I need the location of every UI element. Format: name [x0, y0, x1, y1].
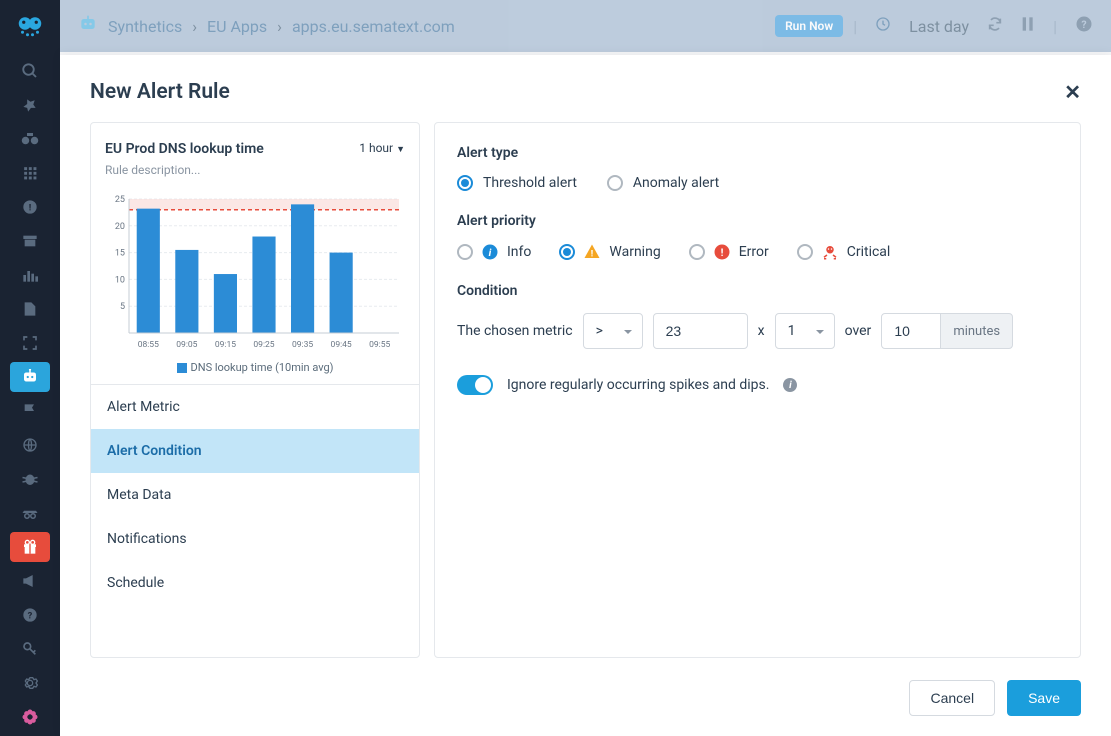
time-range[interactable]: Last day: [909, 17, 969, 36]
modal: New Alert Rule ✕ EU Prod DNS lookup time…: [60, 55, 1111, 736]
chart-time-select[interactable]: 1 hour ▼: [359, 141, 405, 155]
globe-icon[interactable]: [10, 430, 50, 460]
clock-icon: [875, 16, 891, 36]
refresh-icon[interactable]: [987, 16, 1003, 36]
run-now-button[interactable]: Run Now: [775, 15, 843, 37]
nav-item-alert-condition[interactable]: Alert Condition: [91, 429, 419, 473]
search-icon[interactable]: [10, 56, 50, 86]
modal-title: New Alert Rule: [90, 80, 230, 104]
gift-icon[interactable]: [10, 532, 50, 562]
anomaly-radio[interactable]: Anomaly alert: [607, 175, 719, 191]
svg-text:?: ?: [28, 610, 33, 621]
duration-unit: minutes: [940, 313, 1013, 349]
save-button[interactable]: Save: [1007, 680, 1081, 716]
close-icon[interactable]: ✕: [1064, 80, 1081, 104]
breadcrumb-2[interactable]: EU Apps: [207, 17, 267, 36]
header: Synthetics › EU Apps › apps.eu.sematext.…: [60, 0, 1111, 52]
condition-text: The chosen metric: [457, 323, 573, 339]
svg-text:!: !: [591, 250, 593, 260]
incognito-icon[interactable]: [10, 498, 50, 528]
header-robot-icon: [78, 15, 98, 37]
svg-text:25: 25: [115, 195, 125, 205]
svg-text:08:55: 08:55: [138, 340, 159, 350]
threshold-radio[interactable]: Threshold alert: [457, 175, 577, 191]
binoculars-icon[interactable]: [10, 124, 50, 154]
over-label: over: [845, 323, 872, 339]
alert-icon[interactable]: !: [10, 192, 50, 222]
alert-type-label: Alert type: [457, 145, 1058, 161]
help-circle-icon[interactable]: ?: [1075, 15, 1093, 37]
svg-text:!: !: [720, 246, 723, 259]
svg-text:10: 10: [115, 275, 125, 285]
nav-item-notifications[interactable]: Notifications: [91, 517, 419, 561]
bars-icon[interactable]: [10, 260, 50, 290]
chart: 5 10 15 20 25 08:55 09:05 09:15 09:25 09:35 09:45 0…: [105, 193, 405, 353]
condition-label: Condition: [457, 283, 1058, 299]
chart-legend: DNS lookup time (10min avg): [105, 361, 405, 374]
pause-icon[interactable]: [1021, 16, 1035, 36]
priority-label: Alert priority: [457, 213, 1058, 229]
priority-warning[interactable]: ! Warning: [559, 243, 660, 261]
help-icon[interactable]: ?: [10, 600, 50, 630]
nav-list: Alert MetricAlert ConditionMeta DataNoti…: [91, 385, 419, 605]
multiplier-select[interactable]: 1: [775, 313, 835, 349]
priority-error[interactable]: ! Error: [689, 243, 769, 261]
bug-icon[interactable]: [10, 464, 50, 494]
svg-text:09:25: 09:25: [253, 340, 274, 350]
flag-icon[interactable]: [10, 396, 50, 426]
threshold-input[interactable]: [653, 313, 748, 349]
critical-icon: [821, 243, 839, 261]
svg-text:09:55: 09:55: [369, 340, 390, 350]
cancel-button[interactable]: Cancel: [909, 680, 995, 716]
megaphone-icon[interactable]: [10, 566, 50, 596]
svg-text:i: i: [489, 246, 492, 259]
priority-info[interactable]: i Info: [457, 243, 531, 261]
file-icon[interactable]: [10, 294, 50, 324]
breadcrumb-3[interactable]: apps.eu.sematext.com: [292, 17, 455, 36]
gear-icon[interactable]: [10, 668, 50, 698]
chart-title: EU Prod DNS lookup time: [105, 141, 264, 157]
nav-item-meta-data[interactable]: Meta Data: [91, 473, 419, 517]
archive-icon[interactable]: [10, 226, 50, 256]
ignore-spikes-label: Ignore regularly occurring spikes and di…: [507, 377, 769, 393]
breadcrumb-1[interactable]: Synthetics: [108, 17, 182, 36]
rocket-icon[interactable]: [10, 90, 50, 120]
chart-description[interactable]: Rule description...: [105, 163, 405, 177]
svg-text:?: ?: [1081, 18, 1086, 31]
left-panel: EU Prod DNS lookup time 1 hour ▼ Rule de…: [90, 122, 420, 658]
svg-text:09:45: 09:45: [331, 340, 352, 350]
error-icon: !: [713, 243, 731, 261]
fullscreen-icon[interactable]: [10, 328, 50, 358]
key-icon[interactable]: [10, 634, 50, 664]
x-label: x: [758, 323, 765, 339]
svg-text:5: 5: [120, 302, 125, 312]
grid-icon[interactable]: [10, 158, 50, 188]
nav-item-alert-metric[interactable]: Alert Metric: [91, 385, 419, 429]
robot-icon[interactable]: [10, 362, 50, 392]
right-panel: Alert type Threshold alert Anomaly alert…: [434, 122, 1081, 658]
nav-item-schedule[interactable]: Schedule: [91, 561, 419, 605]
sidebar: ! ?: [0, 0, 60, 736]
warning-icon: !: [583, 243, 601, 261]
svg-text:20: 20: [115, 222, 125, 232]
svg-text:15: 15: [115, 249, 125, 259]
info-tooltip-icon[interactable]: i: [783, 378, 797, 392]
breadcrumb-separator: ›: [277, 17, 282, 36]
ignore-spikes-toggle[interactable]: [457, 375, 493, 395]
svg-text:09:35: 09:35: [292, 340, 313, 350]
svg-text:09:15: 09:15: [215, 340, 236, 350]
logo-icon[interactable]: [12, 8, 48, 44]
flower-icon[interactable]: [10, 702, 50, 732]
breadcrumb-separator: ›: [192, 17, 197, 36]
svg-text:09:05: 09:05: [176, 340, 197, 350]
operator-select[interactable]: >: [583, 313, 643, 349]
priority-critical[interactable]: Critical: [797, 243, 891, 261]
info-icon: i: [481, 243, 499, 261]
